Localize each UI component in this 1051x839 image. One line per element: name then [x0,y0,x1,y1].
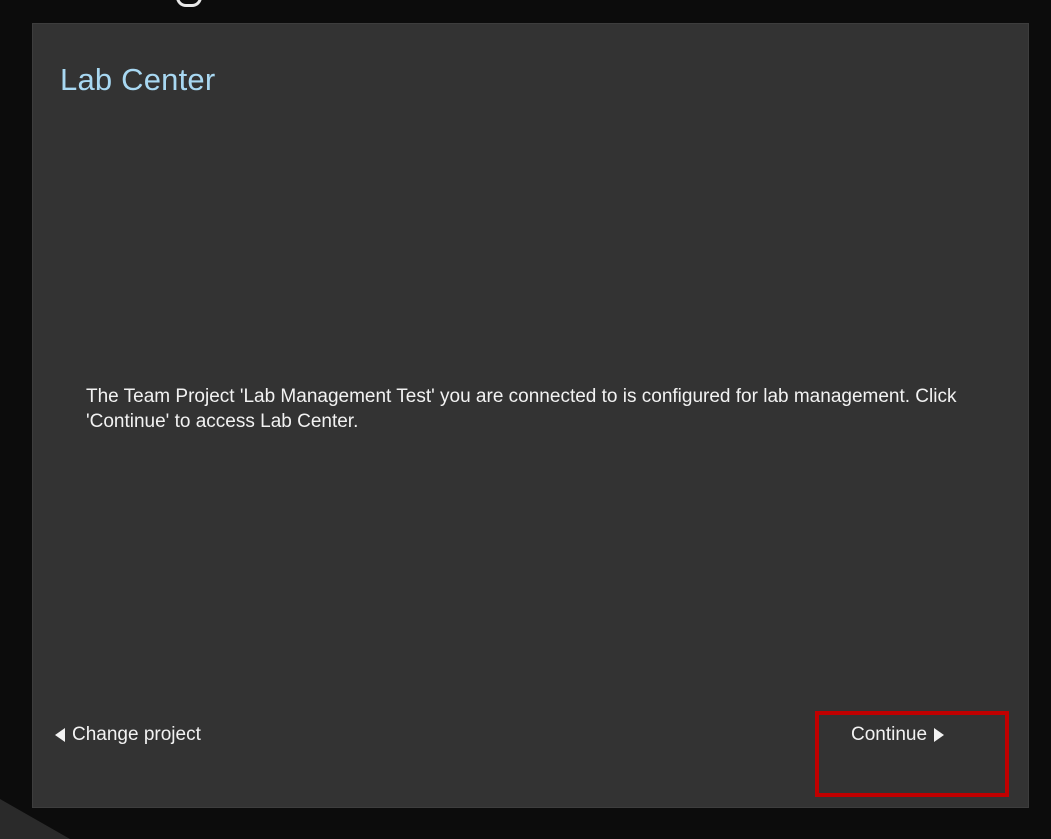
continue-button[interactable]: Continue [851,724,945,746]
change-project-button[interactable]: Change project [55,724,201,746]
continue-label: Continue [851,724,928,745]
screen: Lab Center The Team Project 'Lab Managem… [0,0,1051,839]
partial-logo-glyph [176,0,202,7]
page-title: Lab Center [60,62,216,97]
triangle-right-icon [934,728,945,742]
change-project-label: Change project [72,724,201,745]
lab-center-panel: Lab Center The Team Project 'Lab Managem… [32,23,1029,808]
triangle-left-icon [55,728,65,742]
info-message: The Team Project 'Lab Management Test' y… [86,386,957,432]
